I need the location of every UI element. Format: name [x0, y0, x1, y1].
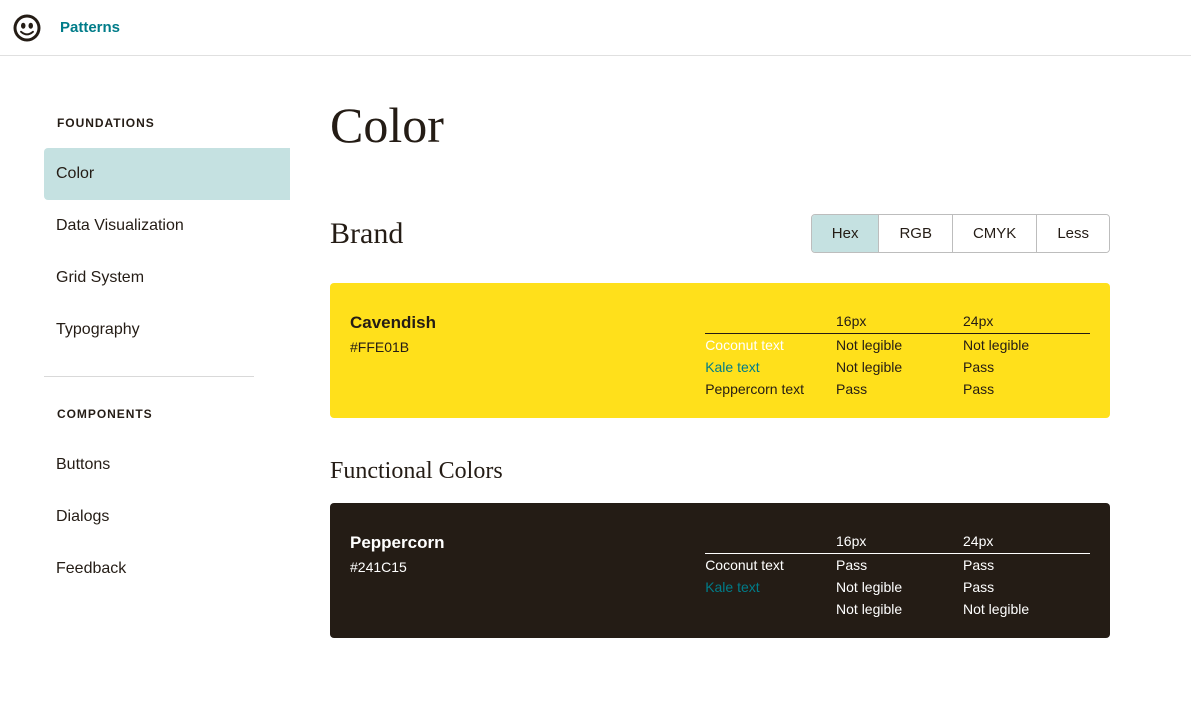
legibility-24: Pass — [963, 359, 1090, 375]
legibility-16: Pass — [836, 557, 963, 573]
legibility-24: Pass — [963, 579, 1090, 595]
table-header-16px: 16px — [836, 533, 963, 549]
legibility-24: Pass — [963, 381, 1090, 397]
legibility-16: Pass — [836, 381, 963, 397]
table-header-24px: 24px — [963, 533, 1090, 549]
legibility-24: Pass — [963, 557, 1090, 573]
tab-hex[interactable]: Hex — [812, 215, 880, 252]
swatch-name: Peppercorn — [350, 533, 705, 553]
legibility-16: Not legible — [836, 337, 963, 353]
tab-less[interactable]: Less — [1037, 215, 1109, 252]
legibility-16: Not legible — [836, 359, 963, 375]
legibility-label: Kale text — [705, 359, 836, 375]
legibility-table: 16px 24px Coconut text Not legible Not l… — [705, 313, 1090, 400]
table-row: Coconut text Not legible Not legible — [705, 334, 1090, 356]
legibility-24: Not legible — [963, 337, 1090, 353]
table-header-16px: 16px — [836, 313, 963, 329]
table-row: Kale text Not legible Pass — [705, 356, 1090, 378]
sidebar-divider — [44, 376, 254, 377]
sidebar-section-foundations: FOUNDATIONS — [44, 116, 290, 148]
functional-colors-heading: Functional Colors — [330, 458, 1110, 485]
table-row: Peppercorn text Pass Pass — [705, 378, 1090, 400]
sidebar-item-feedback[interactable]: Feedback — [44, 543, 290, 595]
legibility-label: Coconut text — [705, 337, 836, 353]
swatch-name: Cavendish — [350, 313, 705, 333]
sidebar: FOUNDATIONS Color Data Visualization Gri… — [0, 56, 290, 718]
tab-rgb[interactable]: RGB — [879, 215, 953, 252]
sidebar-item-color[interactable]: Color — [44, 148, 290, 200]
tab-cmyk[interactable]: CMYK — [953, 215, 1037, 252]
brand-heading: Brand — [330, 217, 403, 251]
brand-link[interactable]: Patterns — [60, 19, 120, 36]
table-header-text — [705, 533, 836, 549]
swatch-hex-value: #241C15 — [350, 559, 705, 575]
sidebar-section-components: COMPONENTS — [44, 407, 290, 439]
swatch-cavendish: Cavendish #FFE01B 16px 24px Coconut text… — [330, 283, 1110, 418]
main-content: Color Brand Hex RGB CMYK Less Cavendish … — [290, 56, 1150, 718]
legibility-16: Not legible — [836, 601, 963, 617]
sidebar-item-data-visualization[interactable]: Data Visualization — [44, 200, 290, 252]
mailchimp-logo-icon — [12, 13, 42, 43]
table-row: Coconut text Pass Pass — [705, 554, 1090, 576]
top-bar: Patterns — [0, 0, 1191, 56]
sidebar-item-dialogs[interactable]: Dialogs — [44, 491, 290, 543]
swatch-hex-value: #FFE01B — [350, 339, 705, 355]
color-format-tabs: Hex RGB CMYK Less — [811, 214, 1110, 253]
legibility-24: Not legible — [963, 601, 1090, 617]
sidebar-item-buttons[interactable]: Buttons — [44, 439, 290, 491]
legibility-label — [705, 601, 836, 617]
table-row: Not legible Not legible — [705, 598, 1090, 620]
table-header-text — [705, 313, 836, 329]
legibility-label: Coconut text — [705, 557, 836, 573]
table-row: Kale text Not legible Pass — [705, 576, 1090, 598]
legibility-label: Kale text — [705, 579, 836, 595]
legibility-table: 16px 24px Coconut text Pass Pass Kale te… — [705, 533, 1090, 620]
legibility-16: Not legible — [836, 579, 963, 595]
legibility-label: Peppercorn text — [705, 381, 836, 397]
sidebar-item-typography[interactable]: Typography — [44, 304, 290, 356]
sidebar-item-grid-system[interactable]: Grid System — [44, 252, 290, 304]
table-header-24px: 24px — [963, 313, 1090, 329]
page-title: Color — [330, 96, 1110, 154]
swatch-peppercorn: Peppercorn #241C15 16px 24px Coconut tex… — [330, 503, 1110, 638]
